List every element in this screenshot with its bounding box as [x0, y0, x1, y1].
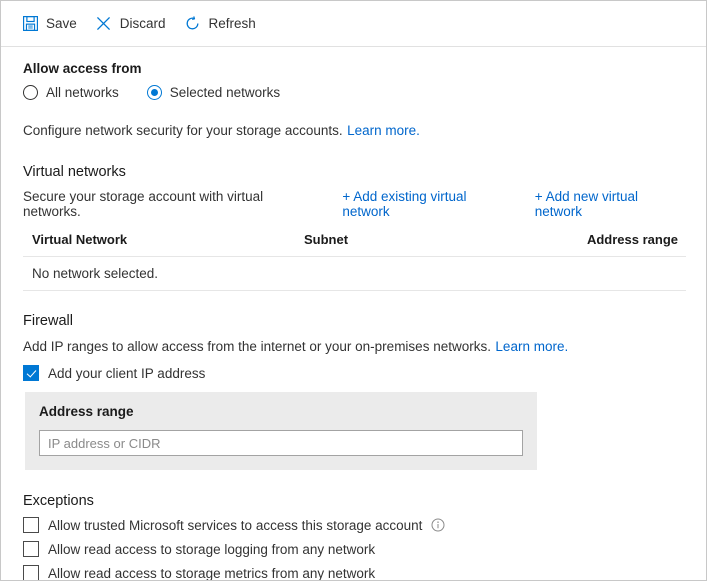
- radio-option-all-networks[interactable]: All networks: [23, 85, 119, 100]
- client-ip-checkbox[interactable]: [23, 365, 39, 381]
- exceptions-list: Allow trusted Microsoft services to acce…: [23, 517, 686, 581]
- virtual-networks-table: Virtual Network Subnet Address range No …: [23, 232, 686, 291]
- allow-access-radio-group: All networks Selected networks: [23, 85, 686, 100]
- refresh-button[interactable]: Refresh: [184, 9, 256, 39]
- virtual-networks-actions-row: Secure your storage account with virtual…: [23, 189, 686, 219]
- radio-option-selected-networks[interactable]: Selected networks: [147, 85, 280, 100]
- refresh-icon: [184, 15, 202, 33]
- allow-access-label: Allow access from: [23, 61, 686, 76]
- save-icon: [21, 15, 39, 33]
- column-header-virtual-network: Virtual Network: [32, 232, 304, 247]
- exception-trusted-services-checkbox[interactable]: [23, 517, 39, 533]
- network-settings-blade: Save Discard Refresh Allow acces: [0, 0, 707, 581]
- command-bar: Save Discard Refresh: [1, 1, 706, 47]
- exception-storage-logging-row[interactable]: Allow read access to storage logging fro…: [23, 541, 686, 557]
- add-new-virtual-network-link[interactable]: + Add new virtual network: [535, 189, 686, 219]
- discard-label: Discard: [120, 15, 166, 33]
- radio-selected-networks-indicator: [147, 85, 162, 100]
- add-existing-virtual-network-link[interactable]: + Add existing virtual network: [342, 189, 514, 219]
- address-range-label: Address range: [39, 404, 523, 419]
- address-range-input[interactable]: [39, 430, 523, 456]
- firewall-learn-more-link[interactable]: Learn more.: [495, 339, 568, 354]
- save-label: Save: [46, 15, 77, 33]
- column-header-subnet: Subnet: [304, 232, 587, 247]
- settings-content: Allow access from All networks Selected …: [1, 47, 706, 581]
- exception-storage-logging-checkbox[interactable]: [23, 541, 39, 557]
- network-security-description: Configure network security for your stor…: [23, 122, 686, 140]
- exception-trusted-services-label: Allow trusted Microsoft services to acce…: [48, 518, 422, 533]
- save-button[interactable]: Save: [21, 9, 77, 39]
- exception-storage-metrics-checkbox[interactable]: [23, 565, 39, 581]
- close-icon: [95, 15, 113, 33]
- radio-all-networks-indicator: [23, 85, 38, 100]
- discard-button[interactable]: Discard: [95, 9, 166, 39]
- exceptions-title: Exceptions: [23, 493, 686, 509]
- radio-all-networks-label: All networks: [46, 85, 119, 100]
- virtual-networks-description: Secure your storage account with virtual…: [23, 189, 319, 219]
- table-row: No network selected.: [23, 257, 686, 291]
- firewall-title: Firewall: [23, 313, 686, 329]
- virtual-networks-title: Virtual networks: [23, 164, 686, 180]
- address-range-panel: Address range: [25, 392, 537, 470]
- exception-storage-metrics-row[interactable]: Allow read access to storage metrics fro…: [23, 565, 686, 581]
- client-ip-checkbox-row[interactable]: Add your client IP address: [23, 365, 686, 381]
- table-header-row: Virtual Network Subnet Address range: [23, 232, 686, 257]
- info-icon[interactable]: [431, 518, 445, 532]
- exception-storage-logging-label: Allow read access to storage logging fro…: [48, 542, 375, 557]
- exception-storage-metrics-label: Allow read access to storage metrics fro…: [48, 566, 375, 581]
- firewall-description: Add IP ranges to allow access from the i…: [23, 338, 686, 356]
- column-header-address-range: Address range: [587, 232, 678, 247]
- firewall-description-text: Add IP ranges to allow access from the i…: [23, 339, 491, 354]
- refresh-label: Refresh: [209, 15, 256, 33]
- client-ip-checkbox-label: Add your client IP address: [48, 366, 205, 381]
- empty-state-message: No network selected.: [32, 266, 158, 281]
- radio-selected-networks-label: Selected networks: [170, 85, 280, 100]
- network-security-learn-more-link[interactable]: Learn more.: [347, 123, 420, 138]
- exception-trusted-services-row[interactable]: Allow trusted Microsoft services to acce…: [23, 517, 686, 533]
- network-security-description-text: Configure network security for your stor…: [23, 123, 343, 138]
